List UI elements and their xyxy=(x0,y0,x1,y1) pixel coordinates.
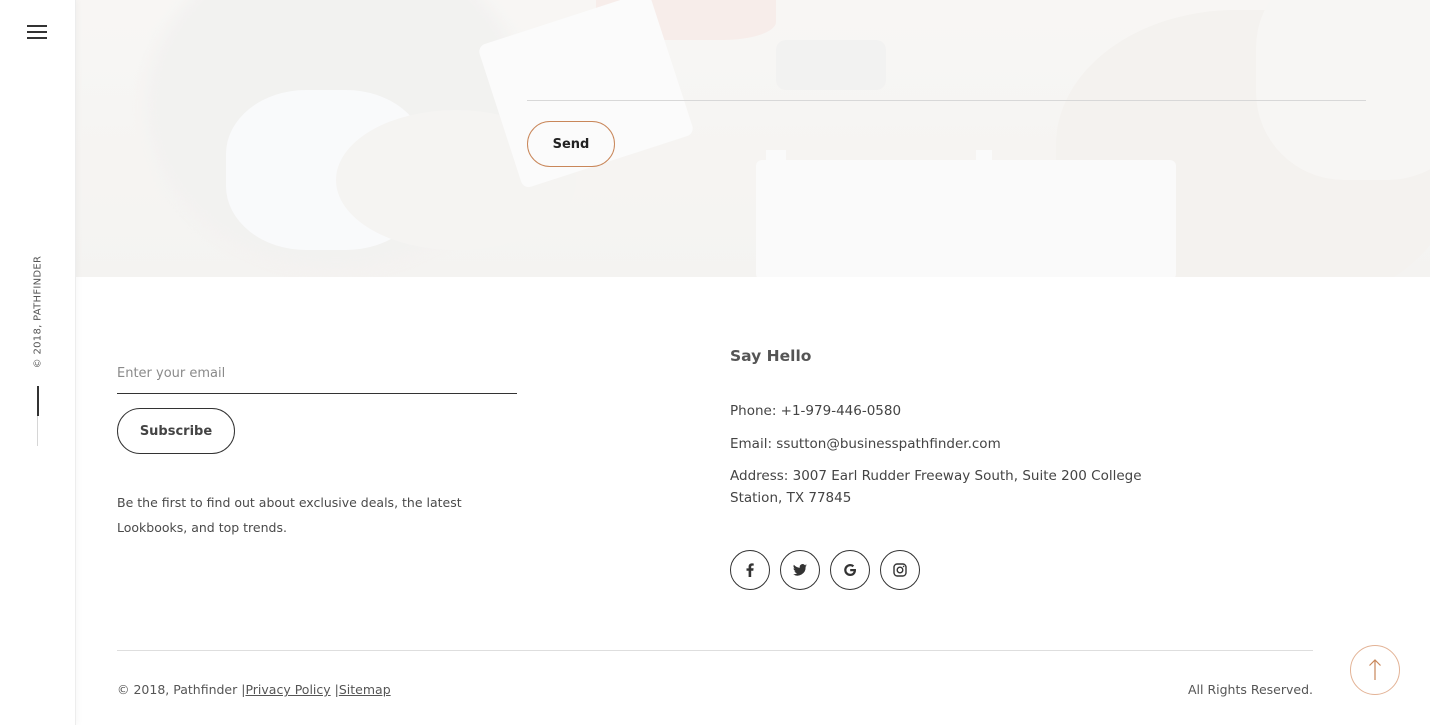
newsletter-email-input[interactable] xyxy=(117,354,517,394)
hamburger-icon[interactable] xyxy=(27,24,49,42)
sidebar-scroll-indicator xyxy=(37,386,39,416)
sidebar: © 2018, PATHFINDER xyxy=(0,0,76,725)
google-icon[interactable] xyxy=(830,550,870,590)
subscribe-button[interactable]: Subscribe xyxy=(117,408,235,454)
contact-address: Address: 3007 Earl Rudder Freeway South,… xyxy=(730,468,1142,506)
footer-divider xyxy=(117,650,1313,651)
twitter-icon[interactable] xyxy=(780,550,820,590)
menu-bar xyxy=(27,31,47,33)
footer-copyright-line: © 2018, Pathfinder |Privacy Policy |Site… xyxy=(117,682,391,697)
page: © 2018, PATHFINDER Send Subscribe Be the… xyxy=(0,0,1430,725)
facebook-icon[interactable] xyxy=(730,550,770,590)
social-links xyxy=(730,550,920,590)
sidebar-scroll-track xyxy=(37,416,38,446)
newsletter-promo-text: Be the first to find out about exclusive… xyxy=(117,495,462,535)
back-to-top-button[interactable] xyxy=(1350,645,1400,695)
sitemap-link[interactable]: Sitemap xyxy=(339,682,391,697)
contact-phone: Phone: +1-979-446-0580 xyxy=(730,403,902,419)
menu-bar xyxy=(27,37,47,39)
menu-bar xyxy=(27,25,47,27)
privacy-policy-link[interactable]: Privacy Policy xyxy=(245,682,330,697)
send-button[interactable]: Send xyxy=(527,121,615,167)
message-field-underline[interactable] xyxy=(527,100,1366,101)
instagram-icon[interactable] xyxy=(880,550,920,590)
arrow-up-icon xyxy=(1369,659,1381,680)
footer-rights: All Rights Reserved. xyxy=(1187,682,1313,697)
footer-copyright: © 2018, Pathfinder xyxy=(117,682,238,697)
hero-overlay xyxy=(76,0,1430,277)
contact-email: Email: ssutton@businesspathfinder.com xyxy=(730,436,1001,452)
sidebar-copyright: © 2018, PATHFINDER xyxy=(32,255,44,369)
hero-background-image xyxy=(76,0,1430,277)
contact-heading: Say Hello xyxy=(730,347,812,365)
